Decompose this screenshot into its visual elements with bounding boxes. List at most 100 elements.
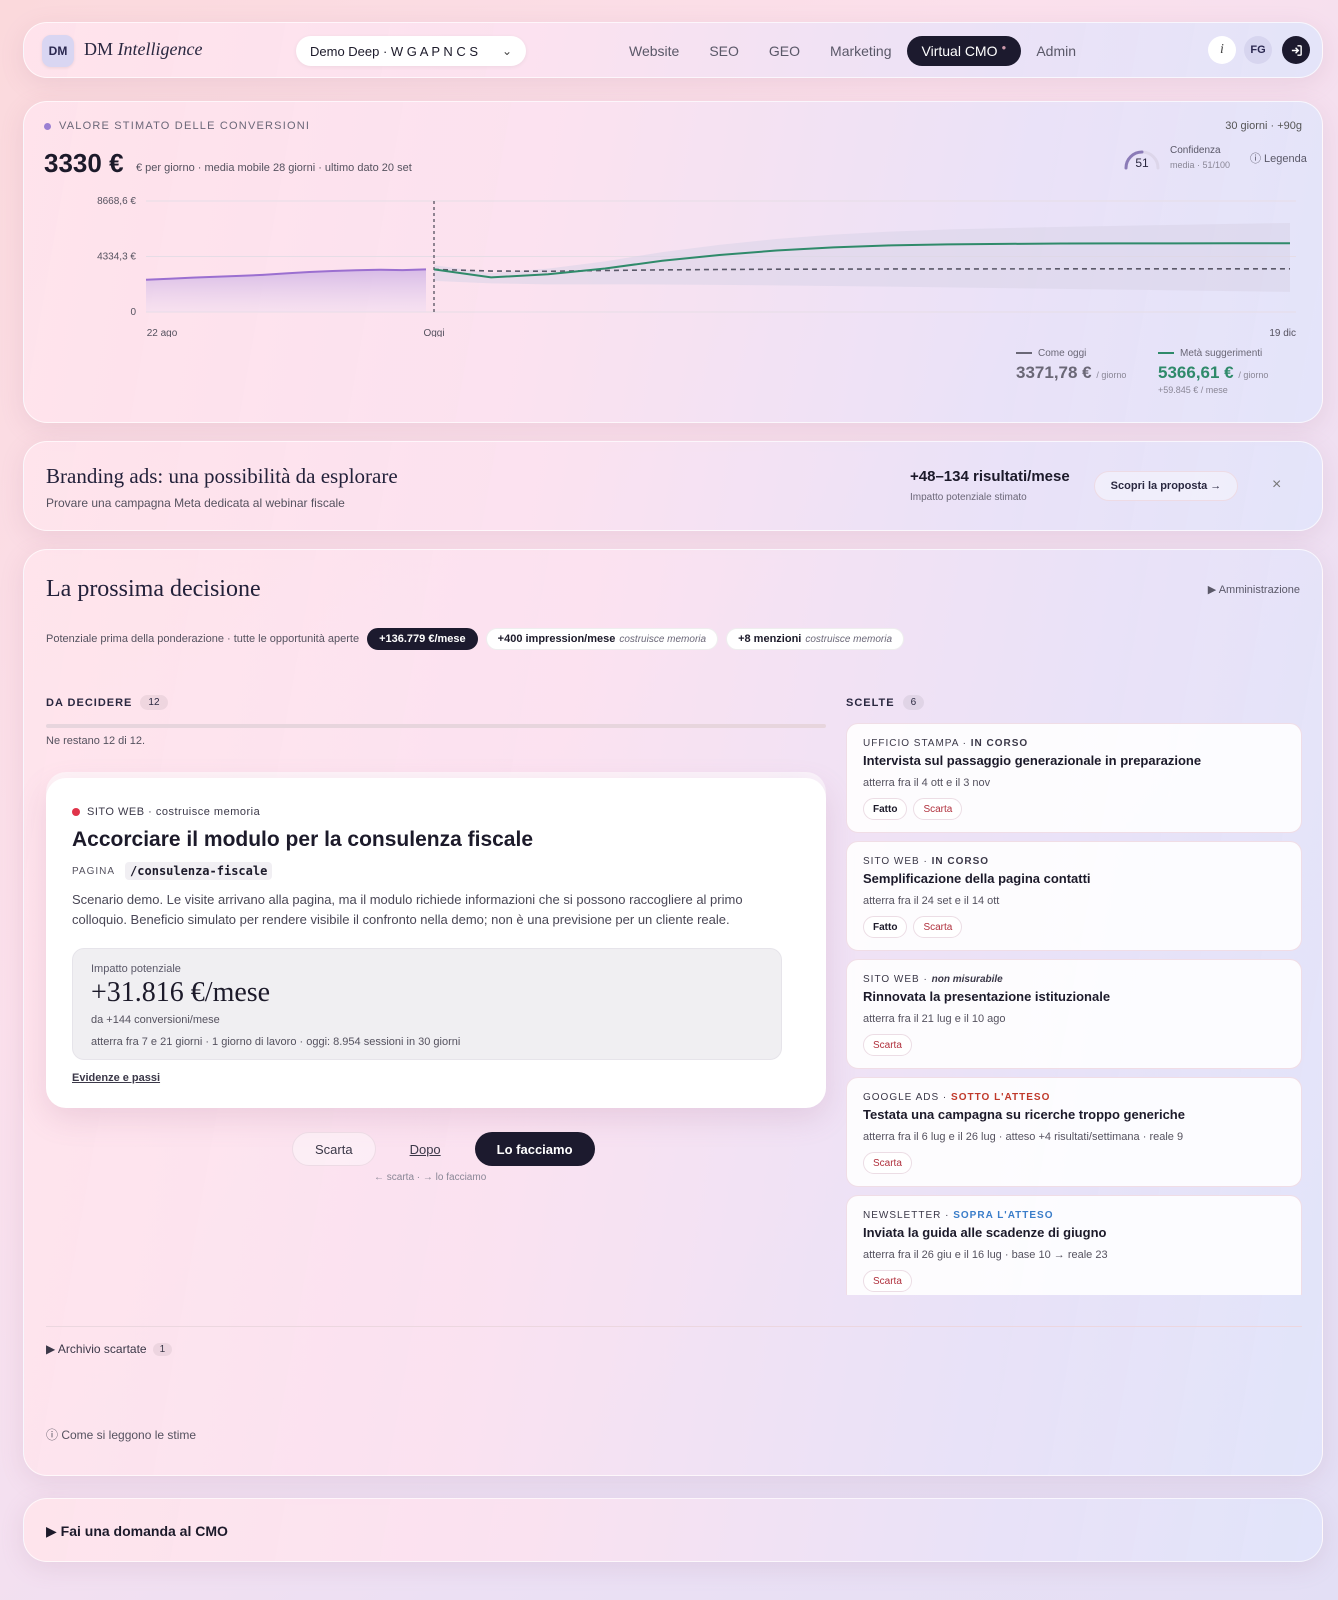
- legend-half-label: Metà suggerimenti: [1180, 348, 1263, 359]
- discard-choice-button[interactable]: Scarta: [863, 1270, 912, 1292]
- choice-buttons: Fatto Scarta: [863, 798, 963, 820]
- logo-text[interactable]: DM Intelligence: [84, 39, 202, 60]
- confidence-sub: media · 51/100: [1170, 160, 1231, 170]
- gauge-icon: 51: [1124, 150, 1160, 170]
- potential-pill: +400 impression/mese costruisce memoria: [485, 628, 719, 650]
- card-description: Scenario demo. Le visite arrivano alla p…: [72, 892, 743, 927]
- later-button[interactable]: Dopo: [388, 1132, 463, 1166]
- legend-link[interactable]: ⓘ Legenda: [1250, 150, 1307, 166]
- to-decide-label: DA DECIDERE: [46, 696, 133, 709]
- archive-toggle[interactable]: ▶ Archivio scartate 1: [46, 1342, 173, 1356]
- nav-item-label: GEO: [768, 43, 801, 59]
- card-category-text: SITO WEB · costruisce memoria: [87, 806, 261, 818]
- nav-item-admin[interactable]: Admin: [1021, 36, 1091, 66]
- chosen-list[interactable]: UFFICIO STAMPA · IN CORSO Intervista sul …: [846, 723, 1302, 1295]
- discard-choice-button[interactable]: Scarta: [913, 916, 963, 938]
- divider: [46, 1326, 1302, 1327]
- bullet-icon: [44, 122, 51, 130]
- do-it-button[interactable]: Lo facciamo: [474, 1132, 595, 1166]
- user-avatar[interactable]: FG: [1244, 36, 1272, 64]
- done-button[interactable]: Fatto: [863, 798, 908, 820]
- value-half: 5366,61 €: [1158, 363, 1234, 382]
- how-to-read-link[interactable]: ⓘ Come si leggono le stime: [46, 1426, 196, 1443]
- suggestion-title: Branding ads: una possibilità da esplora…: [46, 464, 398, 488]
- nav-item-geo[interactable]: GEO: [754, 36, 815, 66]
- history-area: [146, 269, 426, 312]
- discard-choice-button[interactable]: Scarta: [863, 1152, 912, 1174]
- legend-swatch-half: [1158, 352, 1174, 355]
- discard-choice-button[interactable]: Scarta: [913, 798, 963, 820]
- nav-item-website[interactable]: Website: [614, 36, 694, 66]
- choice-category-text: UFFICIO STAMPA ·: [863, 738, 971, 749]
- current-value-subtitle: € per giorno · media mobile 28 giorni · …: [136, 162, 412, 174]
- discover-proposal-button[interactable]: Scopri la proposta →: [1094, 471, 1238, 501]
- discard-button[interactable]: Scarta: [292, 1132, 376, 1166]
- choice-title: Inviata la guida alle scadenze di giugno: [863, 1225, 1107, 1240]
- choice-card: GOOGLE ADS · SOTTO L'ATTESO Testata una c…: [846, 1077, 1302, 1187]
- choice-card: NEWSLETTER · SOPRA L'ATTESO Inviata la gu…: [846, 1195, 1302, 1295]
- legend-today: Come oggi 3371,78 € / giorno: [1016, 348, 1126, 383]
- choice-category: SITO WEB · IN CORSO: [863, 856, 989, 867]
- nav-item-label: Admin: [1036, 43, 1077, 59]
- info-button[interactable]: i: [1208, 36, 1236, 64]
- logout-button[interactable]: [1282, 36, 1310, 64]
- choice-category: GOOGLE ADS · SOTTO L'ATTESO: [863, 1092, 1050, 1103]
- logo-text-main: DM: [84, 39, 114, 59]
- ask-cmo-section[interactable]: ▶ Fai una domanda al CMO: [23, 1498, 1323, 1562]
- card-page-path: /consulenza-fiscale: [125, 862, 273, 880]
- choice-category-text: SITO WEB ·: [863, 856, 932, 867]
- choice-card: UFFICIO STAMPA · IN CORSO Intervista sul …: [846, 723, 1302, 833]
- suggestion-banner: Branding ads: una possibilità da esplora…: [23, 441, 1323, 531]
- pill-value: +136.779 €/mese: [379, 633, 466, 645]
- pill-note: costruisce memoria: [619, 633, 707, 645]
- card-title: Accorciare il modulo per la consulenza f…: [72, 828, 533, 851]
- choice-card: SITO WEB · IN CORSO Semplificazione della…: [846, 841, 1302, 951]
- close-icon[interactable]: ×: [1272, 476, 1281, 494]
- x-tick-label: 22 ago: [147, 328, 178, 337]
- nav-item-marketing[interactable]: Marketing: [815, 36, 906, 66]
- choice-category-text: SITO WEB ·: [863, 974, 932, 985]
- pill-value: +400 impression/mese: [497, 633, 616, 645]
- done-button[interactable]: Fatto: [863, 916, 908, 938]
- discard-choice-button[interactable]: Scarta: [863, 1034, 912, 1056]
- confidence-text: Confidenza media · 51/100: [1170, 144, 1230, 172]
- archive-label: ▶ Archivio scartate: [46, 1342, 147, 1356]
- legend-today-label: Come oggi: [1038, 348, 1087, 359]
- pill-note: costruisce memoria: [805, 633, 893, 645]
- suggestion-subtitle: Provare una campagna Meta dedicata al we…: [46, 496, 345, 510]
- choice-card: SITO WEB · non misurabile Rinnovata la pr…: [846, 959, 1302, 1069]
- evidence-link[interactable]: Evidenze e passi: [72, 1072, 160, 1084]
- choice-date: atterra fra il 26 giu e il 16 lug · base…: [863, 1249, 1108, 1261]
- chevron-down-icon: ⌄: [501, 44, 512, 58]
- nav-item-label: Marketing: [830, 43, 892, 59]
- ask-cmo-toggle[interactable]: ▶ Fai una domanda al CMO: [46, 1523, 228, 1540]
- choice-category: UFFICIO STAMPA · IN CORSO: [863, 738, 1028, 749]
- logo-text-italic: Intelligence: [117, 39, 203, 59]
- workspace-select[interactable]: Demo Deep · W G A P N C S ⌄: [296, 36, 526, 66]
- active-dot-icon: ●: [1001, 42, 1007, 52]
- per-day-half: / giorno: [1238, 370, 1269, 380]
- chosen-count: 6: [902, 695, 925, 710]
- potential-row: Potenziale prima della ponderazione · tu…: [46, 628, 905, 650]
- remaining-text: Ne restano 12 di 12.: [46, 735, 146, 747]
- archive-count: 1: [152, 1342, 173, 1356]
- logo-badge[interactable]: DM: [42, 35, 74, 67]
- progress-bar: [46, 724, 826, 728]
- choice-status: SOPRA L'ATTESO: [953, 1210, 1054, 1221]
- decision-card: SITO WEB · costruisce memoria Accorciare…: [46, 778, 826, 1108]
- period-selector[interactable]: 30 giorni · +90g: [1225, 120, 1302, 132]
- nav-item-seo[interactable]: SEO: [694, 36, 754, 66]
- choice-status: IN CORSO: [970, 738, 1029, 749]
- status-dot-icon: [72, 808, 80, 816]
- nav-item-virtual-cmo[interactable]: Virtual CMO ●: [906, 36, 1022, 66]
- nav-item-label: Virtual CMO: [921, 43, 998, 59]
- top-navigation-bar: DM DM Intelligence Demo Deep · W G A P N…: [23, 22, 1323, 78]
- chart-section-label: VALORE STIMATO DELLE CONVERSIONI: [44, 120, 310, 132]
- impact-box: Impatto potenziale +31.816 €/mese da +14…: [72, 948, 782, 1060]
- card-category: SITO WEB · costruisce memoria: [72, 806, 260, 818]
- to-decide-header: DA DECIDERE 12: [46, 695, 168, 710]
- card-page: PAGINA/consulenza-fiscale: [72, 862, 273, 880]
- y-tick-label: 0: [130, 307, 136, 318]
- x-tick-label: Oggi: [423, 328, 444, 337]
- admin-toggle[interactable]: ▶ Amministrazione: [1208, 583, 1300, 596]
